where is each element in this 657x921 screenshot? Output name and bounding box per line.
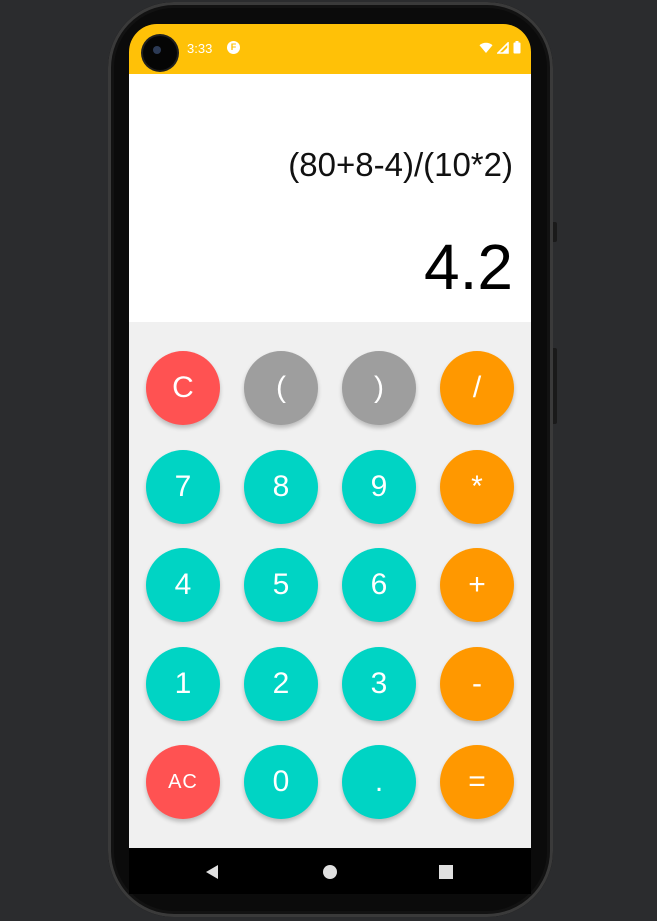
status-time: 3:33 — [187, 41, 213, 56]
phone-screen: 3:33 F (80+8-4)/(10*2) 4.2 C ( ) / 7 8 9… — [129, 24, 531, 894]
multiply-button[interactable]: * — [440, 450, 514, 524]
signal-icon — [497, 41, 509, 54]
digit-2-button[interactable]: 2 — [244, 647, 318, 721]
power-button — [553, 348, 557, 424]
digit-1-button[interactable]: 1 — [146, 647, 220, 721]
close-paren-button[interactable]: ) — [342, 351, 416, 425]
volume-button — [553, 222, 557, 242]
clear-button[interactable]: C — [146, 351, 220, 425]
result-text: 4.2 — [424, 231, 513, 303]
recents-icon[interactable] — [438, 864, 454, 880]
front-camera — [143, 36, 177, 70]
back-icon[interactable] — [204, 864, 220, 880]
notification-app-icon: F — [227, 41, 240, 54]
status-icons — [479, 41, 521, 54]
status-bar: 3:33 F — [129, 24, 531, 74]
calculator-display: (80+8-4)/(10*2) 4.2 — [129, 74, 531, 322]
wifi-icon — [479, 42, 493, 53]
decimal-button[interactable]: . — [342, 745, 416, 819]
digit-7-button[interactable]: 7 — [146, 450, 220, 524]
minus-button[interactable]: - — [440, 647, 514, 721]
digit-5-button[interactable]: 5 — [244, 548, 318, 622]
divide-button[interactable]: / — [440, 351, 514, 425]
digit-3-button[interactable]: 3 — [342, 647, 416, 721]
digit-9-button[interactable]: 9 — [342, 450, 416, 524]
digit-0-button[interactable]: 0 — [244, 745, 318, 819]
open-paren-button[interactable]: ( — [244, 351, 318, 425]
navigation-bar — [129, 848, 531, 894]
keypad: C ( ) / 7 8 9 * 4 5 6 + 1 2 3 - AC 0 . = — [129, 322, 531, 848]
expression-text: (80+8-4)/(10*2) — [288, 146, 513, 183]
plus-button[interactable]: + — [440, 548, 514, 622]
all-clear-button[interactable]: AC — [146, 745, 220, 819]
home-icon[interactable] — [322, 864, 338, 880]
equals-button[interactable]: = — [440, 745, 514, 819]
digit-8-button[interactable]: 8 — [244, 450, 318, 524]
digit-4-button[interactable]: 4 — [146, 548, 220, 622]
digit-6-button[interactable]: 6 — [342, 548, 416, 622]
battery-icon — [513, 41, 521, 54]
